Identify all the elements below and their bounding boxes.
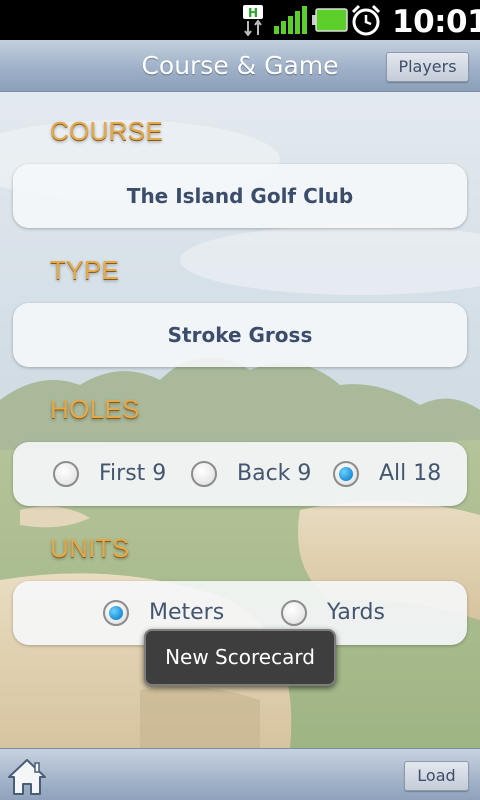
signal-icon (274, 6, 307, 34)
clock-time: 10:01 (392, 4, 480, 40)
toast-message: New Scorecard (144, 629, 336, 686)
units-label: UNITS (50, 533, 130, 563)
type-selector[interactable]: Stroke Gross (13, 303, 467, 367)
home-icon[interactable] (6, 757, 48, 797)
type-value: Stroke Gross (167, 323, 313, 347)
type-label: TYPE (50, 255, 120, 285)
players-button[interactable]: Players (386, 52, 469, 82)
h-data-icon: H (243, 5, 263, 36)
holes-radio-group: First 9 Back 9 All 18 (13, 442, 467, 506)
holes-label: HOLES (50, 394, 140, 424)
radio-all-18[interactable] (333, 461, 359, 487)
bottom-bar: Load (0, 748, 480, 800)
radio-yards[interactable] (281, 600, 307, 626)
alarm-icon (351, 4, 381, 36)
radio-first-9[interactable] (53, 461, 79, 487)
course-label: COURSE (50, 116, 164, 146)
radio-back-9[interactable] (191, 461, 217, 487)
radio-label-back-9[interactable]: Back 9 (237, 442, 311, 506)
radio-meters[interactable] (103, 600, 129, 626)
course-value: The Island Golf Club (126, 184, 354, 208)
radio-label-all-18[interactable]: All 18 (379, 442, 441, 506)
svg-text:H: H (248, 6, 258, 20)
battery-icon (312, 8, 348, 32)
radio-label-first-9[interactable]: First 9 (99, 442, 166, 506)
status-bar: H 10:01 (0, 0, 480, 40)
course-selector[interactable]: The Island Golf Club (13, 164, 467, 228)
load-button[interactable]: Load (404, 761, 469, 791)
